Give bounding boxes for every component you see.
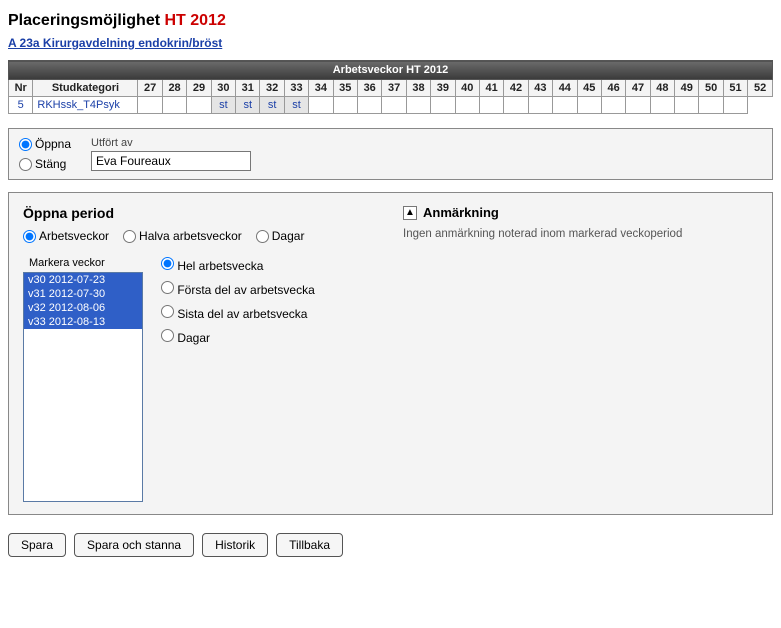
back-button[interactable]: Tillbaka bbox=[276, 533, 343, 557]
list-item[interactable]: v31 2012-07-30 bbox=[24, 287, 142, 301]
weeks-table: Arbetsveckor HT 2012 Nr Studkategori 27 … bbox=[8, 60, 773, 114]
row-nr[interactable]: 5 bbox=[9, 97, 33, 114]
main-panel: Öppna period Arbetsveckor Halva arbetsve… bbox=[8, 192, 773, 515]
page-title: Placeringsmöjlighet HT 2012 bbox=[8, 12, 773, 30]
save-stay-button[interactable]: Spara och stanna bbox=[74, 533, 194, 557]
collapse-icon[interactable]: ▲ bbox=[403, 206, 417, 220]
mode-arbetsveckor[interactable]: Arbetsveckor bbox=[23, 229, 109, 243]
history-button[interactable]: Historik bbox=[202, 533, 268, 557]
department-link[interactable]: A 23a Kirurgavdelning endokrin/bröst bbox=[8, 36, 222, 50]
performed-by-label: Utfört av bbox=[91, 137, 251, 149]
performed-by-input[interactable] bbox=[91, 151, 251, 171]
sub-forsta[interactable]: Första del av arbetsvecka bbox=[161, 281, 315, 297]
sub-sista[interactable]: Sista del av arbetsvecka bbox=[161, 305, 315, 321]
mode-halva[interactable]: Halva arbetsveckor bbox=[123, 229, 242, 243]
button-row: Spara Spara och stanna Historik Tillbaka bbox=[8, 533, 773, 557]
mode-dagar[interactable]: Dagar bbox=[256, 229, 305, 243]
weeks-table-header: Arbetsveckor HT 2012 bbox=[9, 61, 773, 80]
open-radio[interactable]: Öppna bbox=[19, 137, 71, 151]
close-radio[interactable]: Stäng bbox=[19, 157, 71, 171]
row-studkat[interactable]: RKHssk_T4Psyk bbox=[33, 97, 138, 114]
page-title-term: HT 2012 bbox=[165, 12, 226, 29]
annotation-title: Anmärkning bbox=[423, 205, 499, 220]
list-item[interactable]: v32 2012-08-06 bbox=[24, 301, 142, 315]
table-row: 5 RKHssk_T4Psyk st st st st bbox=[9, 97, 773, 114]
sub-hel[interactable]: Hel arbetsvecka bbox=[161, 257, 315, 273]
page-title-prefix: Placeringsmöjlighet bbox=[8, 12, 160, 29]
col-nr: Nr bbox=[9, 80, 33, 97]
weeks-listbox[interactable]: v30 2012-07-23 v31 2012-07-30 v32 2012-0… bbox=[23, 272, 143, 502]
mark-weeks-label: Markera veckor bbox=[29, 257, 143, 269]
annotation-text: Ingen anmärkning noterad inom markerad v… bbox=[403, 228, 758, 240]
list-item[interactable]: v33 2012-08-13 bbox=[24, 315, 142, 329]
save-button[interactable]: Spara bbox=[8, 533, 66, 557]
open-period-title: Öppna period bbox=[23, 205, 363, 221]
col-studkat: Studkategori bbox=[33, 80, 138, 97]
sub-dagar[interactable]: Dagar bbox=[161, 329, 315, 345]
list-item[interactable]: v30 2012-07-23 bbox=[24, 273, 142, 287]
open-close-panel: Öppna Stäng Utfört av bbox=[8, 128, 773, 180]
weeks-table-col-row: Nr Studkategori 27 28 29 30 31 32 33 34 … bbox=[9, 80, 773, 97]
